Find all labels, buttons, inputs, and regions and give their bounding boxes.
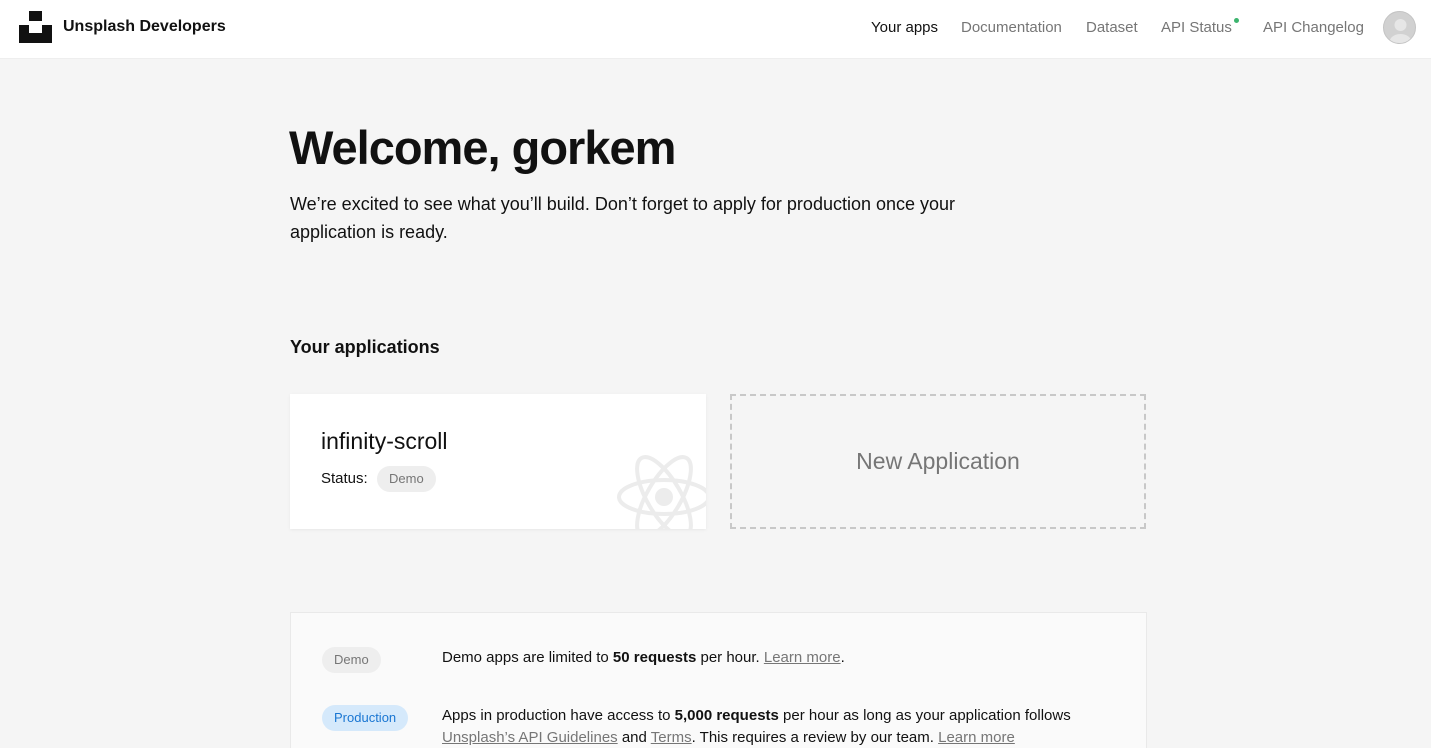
new-application-label: New Application [856,448,1020,474]
tier-info-panel: Demo Demo apps are limited to 50 request… [290,612,1147,748]
demo-info-text: Demo apps are limited to 50 requests per… [442,649,845,666]
react-atom-icon [617,455,706,529]
terms-link[interactable]: Terms [651,729,692,746]
production-learn-more-link[interactable]: Learn more [938,729,1015,746]
demo-badge: Demo [322,647,381,673]
applications-heading: Your applications [290,337,440,357]
unsplash-logo-icon[interactable] [19,11,52,43]
top-nav-bar: Unsplash Developers Your apps Documentat… [0,0,1431,59]
user-avatar[interactable] [1383,11,1416,44]
nav-documentation[interactable]: Documentation [961,19,1062,36]
page-title: Welcome, gorkem [289,121,676,174]
nav-your-apps[interactable]: Your apps [871,19,938,36]
demo-learn-more-link[interactable]: Learn more [764,649,841,666]
api-status-indicator [1234,18,1239,23]
status-badge: Demo [377,466,436,492]
application-card[interactable]: infinity-scroll Status: Demo [290,394,706,529]
production-info-text: Apps in production have access to 5,000 … [442,707,1071,746]
production-badge: Production [322,705,409,731]
api-guidelines-link[interactable]: Unsplash’s API Guidelines [442,729,618,746]
intro-text: We’re excited to see what you’ll build. … [290,194,956,242]
nav-api-status[interactable]: API Status [1161,19,1232,36]
brand-name[interactable]: Unsplash Developers [63,18,226,36]
application-name: infinity-scroll [321,428,448,454]
status-label: Status: [321,470,368,487]
nav-api-changelog[interactable]: API Changelog [1263,19,1364,36]
nav-dataset[interactable]: Dataset [1086,19,1138,36]
user-silhouette-icon [1389,19,1412,43]
new-application-button[interactable]: New Application [730,394,1146,529]
